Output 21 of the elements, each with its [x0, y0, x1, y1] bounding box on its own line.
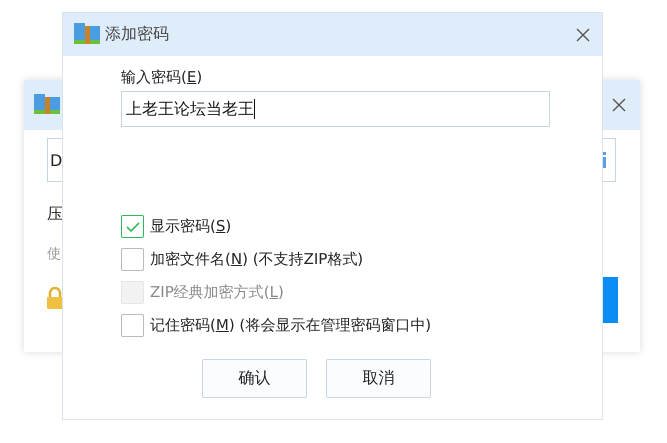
password-field[interactable]: 上老王论坛当老王	[121, 91, 550, 127]
close-icon[interactable]	[612, 98, 626, 112]
confirm-button[interactable]: 确认	[202, 359, 307, 398]
lock-icon	[47, 287, 63, 309]
archive-icon	[74, 22, 100, 46]
hint-text: 使	[47, 245, 61, 263]
password-label: 输入密码(E)	[121, 68, 202, 87]
option-label: ZIP经典加密方式(L)	[150, 283, 284, 302]
option-label: 记住密码(M) (将会显示在管理密码窗口中)	[150, 316, 432, 335]
compression-label: 压	[47, 204, 63, 225]
checkbox[interactable]	[121, 215, 144, 238]
window-title: 添加密码	[105, 24, 170, 45]
archive-icon	[34, 94, 60, 116]
option-label: 加密文件名(N) (不支持ZIP格式)	[150, 250, 364, 269]
close-icon[interactable]	[576, 28, 590, 42]
check-icon	[126, 222, 140, 232]
checkbox[interactable]	[121, 248, 144, 271]
option-label: 显示密码(S)	[150, 217, 232, 236]
cancel-button[interactable]: 取消	[326, 359, 431, 398]
checkbox[interactable]	[121, 314, 144, 337]
path-value: D	[50, 150, 62, 170]
